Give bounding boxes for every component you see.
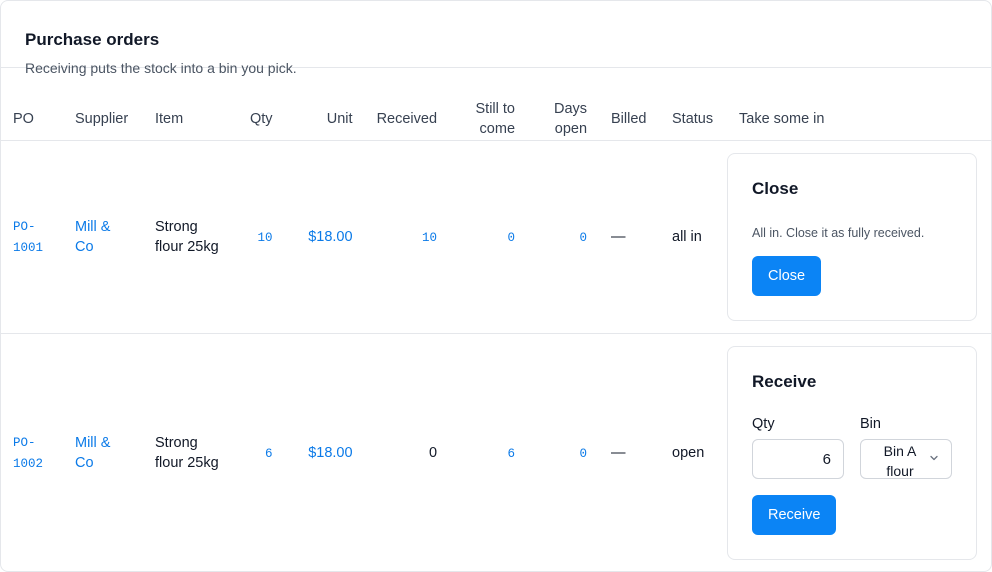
unit-price-cell: $18.00 bbox=[285, 334, 365, 572]
close-panel: Close All in. Close it as fully received… bbox=[727, 153, 978, 321]
unit-price-value: $18.00 bbox=[308, 229, 353, 245]
bin-select-value-part: flour bbox=[886, 463, 914, 479]
qty-value: 10 bbox=[257, 230, 273, 245]
unit-price-cell: $18.00 bbox=[284, 140, 365, 334]
po-number-part: 1001 bbox=[13, 241, 44, 255]
bin-select-value: Bin A flour bbox=[861, 441, 939, 481]
table-row: PO- 1002 Mill & Co Strong flour 25kg 6 $18.… bbox=[1, 334, 991, 572]
po-number-part: 1002 bbox=[13, 457, 44, 471]
supplier-link[interactable]: Mill & Co bbox=[63, 334, 143, 572]
received-cell: 10 bbox=[364, 140, 450, 334]
col-header-days-line1: Days bbox=[553, 101, 588, 117]
receive-button[interactable]: Receive bbox=[752, 495, 837, 535]
qty-cell: 6 bbox=[238, 334, 285, 572]
purchase-orders-card: Purchase orders Receiving puts the stock… bbox=[0, 0, 992, 572]
bin-select[interactable]: Bin A flour bbox=[860, 439, 953, 481]
po-number-link[interactable]: PO- 1002 bbox=[1, 334, 63, 572]
col-header-status: Status bbox=[660, 98, 728, 141]
close-button[interactable]: Close bbox=[752, 256, 822, 296]
col-header-still-line2: come bbox=[479, 121, 516, 137]
page-title: Purchase orders bbox=[25, 30, 160, 49]
supplier-name-part: Mill & bbox=[75, 435, 111, 451]
received-value: 10 bbox=[422, 230, 438, 245]
still-to-come-value: 6 bbox=[507, 446, 516, 461]
col-header-received: Received bbox=[364, 98, 450, 141]
item-name-part: flour 25kg bbox=[155, 455, 219, 471]
col-header-days-line2: open bbox=[554, 121, 588, 137]
page-subtitle: Receiving puts the stock into a bin you … bbox=[25, 60, 297, 76]
purchase-orders-table: PO Supplier Item Qty Unit Received Still… bbox=[1, 98, 991, 572]
col-header-supplier: Supplier bbox=[63, 98, 143, 141]
supplier-name-part: Co bbox=[75, 239, 94, 255]
days-open-cell: 0 bbox=[527, 334, 599, 572]
quantity-input[interactable] bbox=[752, 439, 845, 479]
still-to-come-cell: 0 bbox=[449, 140, 528, 334]
item-name-part: flour 25kg bbox=[155, 239, 219, 255]
action-cell: Receive Qty Bin Bin A flour Receive bbox=[727, 334, 991, 572]
still-to-come-value: 0 bbox=[507, 230, 516, 245]
col-header-unit: Unit bbox=[284, 98, 365, 141]
chevron-down-icon bbox=[930, 455, 938, 461]
item-name-part: Strong bbox=[155, 219, 198, 235]
supplier-name-part: Mill & bbox=[75, 219, 111, 235]
qty-label: Qty bbox=[752, 416, 775, 432]
billed-cell: — bbox=[599, 140, 661, 334]
close-panel-hint: All in. Close it as fully received. bbox=[752, 226, 925, 240]
card-header: Purchase orders Receiving puts the stock… bbox=[1, 1, 991, 76]
table-row: PO- 1001 Mill & Co Strong flour 25kg 10 $18… bbox=[1, 140, 991, 334]
status-cell: all in bbox=[660, 140, 728, 334]
po-number-link[interactable]: PO- 1001 bbox=[1, 140, 63, 334]
po-number-part: PO- bbox=[13, 220, 36, 234]
col-header-take-some-in: Take some in bbox=[727, 98, 991, 141]
receive-panel-title: Receive bbox=[752, 372, 817, 391]
col-header-days-open: Days open bbox=[527, 98, 600, 141]
billed-cell: — bbox=[611, 445, 626, 461]
days-open-value: 0 bbox=[579, 446, 588, 461]
col-header-still-to-come: Still to come bbox=[449, 98, 528, 141]
col-header-qty: Qty bbox=[238, 98, 285, 141]
bin-label: Bin bbox=[860, 416, 881, 432]
days-open-value: 0 bbox=[579, 230, 588, 245]
unit-price-value: $18.00 bbox=[308, 445, 353, 461]
action-cell: Close All in. Close it as fully received… bbox=[727, 140, 991, 334]
item-cell: Strong flour 25kg bbox=[143, 140, 238, 334]
col-header-item: Item bbox=[143, 98, 238, 141]
table-header-row: PO Supplier Item Qty Unit Received Still… bbox=[1, 98, 991, 141]
po-number-part: PO- bbox=[13, 436, 36, 450]
days-open-cell: 0 bbox=[527, 140, 600, 334]
item-name-part: Strong bbox=[155, 435, 198, 451]
close-panel-title: Close bbox=[752, 179, 799, 198]
supplier-name-part: Co bbox=[75, 455, 94, 471]
receive-panel: Receive Qty Bin Bin A flour Receive bbox=[727, 346, 978, 560]
col-header-billed: Billed bbox=[599, 98, 661, 141]
col-header-po: PO bbox=[1, 98, 63, 141]
still-to-come-cell: 6 bbox=[449, 334, 527, 572]
received-cell: 0 bbox=[428, 445, 438, 461]
qty-value: 6 bbox=[265, 446, 273, 461]
item-cell: Strong flour 25kg bbox=[143, 334, 238, 572]
qty-cell: 10 bbox=[238, 140, 285, 334]
bin-select-value-part: Bin A bbox=[883, 443, 917, 459]
status-cell: open bbox=[672, 445, 705, 461]
supplier-link[interactable]: Mill & Co bbox=[63, 140, 143, 334]
col-header-still-line1: Still to bbox=[475, 101, 516, 117]
